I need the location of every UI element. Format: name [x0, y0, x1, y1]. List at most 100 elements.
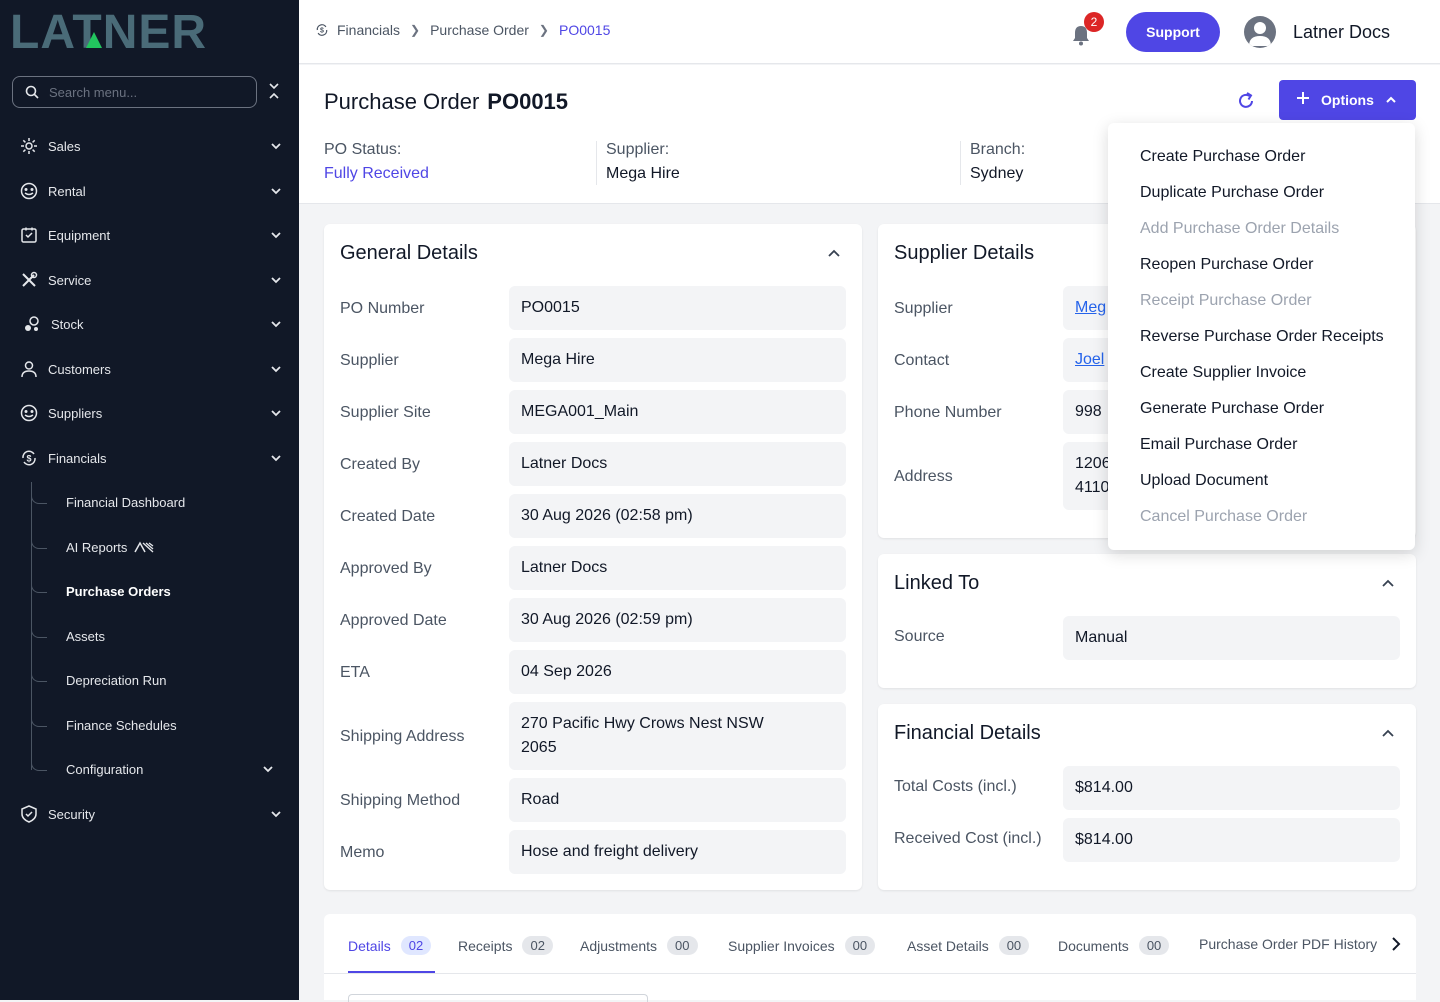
tab-receipts[interactable]: Receipts 02 [458, 936, 553, 955]
subitem-label: Configuration [66, 761, 144, 777]
svg-text:$: $ [320, 28, 324, 35]
menu-item-email-po[interactable]: Email Purchase Order [1140, 436, 1297, 454]
sidebar-item-label: Financials [48, 450, 107, 466]
sidebar-item-equipment[interactable]: Equipment [0, 215, 299, 255]
sidebar-subitem-assets[interactable]: Assets [0, 616, 299, 656]
menu-item-generate-po[interactable]: Generate Purchase Order [1140, 400, 1324, 418]
chevron-right-icon[interactable] [1390, 936, 1402, 952]
menu-item-reverse-receipts[interactable]: Reverse Purchase Order Receipts [1140, 328, 1384, 346]
tabs-divider [324, 973, 1416, 974]
field-label: Contact [894, 352, 950, 369]
menu-item-create-supplier-invoice[interactable]: Create Supplier Invoice [1140, 364, 1306, 382]
sidebar-item-sales[interactable]: Sales [0, 126, 299, 166]
sidebar-subitem-ai-reports[interactable]: AI Reports [0, 527, 299, 567]
sidebar-item-label: Customers [48, 361, 111, 377]
sidebar-item-financials[interactable]: $ Financials [0, 438, 299, 478]
chevron-down-icon [263, 766, 273, 773]
field-label: Supplier [894, 300, 953, 317]
field-label: Source [894, 628, 945, 645]
equipment-icon [21, 227, 37, 243]
field-label: ETA [340, 664, 370, 681]
tab-po-pdf-history[interactable]: Purchase Order PDF History [1199, 936, 1384, 952]
tab-count-badge: 00 [1138, 936, 1170, 955]
sidebar-subitem-purchase-orders[interactable]: Purchase Orders [0, 571, 299, 611]
tab-supplier-invoices[interactable]: Supplier Invoices 00 [728, 936, 876, 955]
field-label: Received Cost (incl.) [894, 830, 1042, 847]
sidebar-item-rental[interactable]: Rental [0, 171, 299, 211]
financials-icon: $ [316, 24, 328, 36]
menu-item-upload-document[interactable]: Upload Document [1140, 472, 1268, 490]
menu-item-duplicate-po[interactable]: Duplicate Purchase Order [1140, 184, 1324, 202]
tab-label: Adjustments [580, 937, 658, 954]
tab-documents[interactable]: Documents 00 [1058, 936, 1170, 955]
detail-tabs: Details 02 Receipts 02 Adjustments 00 Suppl… [324, 914, 1416, 1002]
options-button[interactable]: Options [1279, 80, 1416, 120]
sidebar-item-customers[interactable]: Customers [0, 349, 299, 389]
chevron-down-icon [271, 277, 281, 284]
field-value: $814.00 [1063, 818, 1400, 862]
chevron-up-icon[interactable] [827, 246, 841, 260]
field-label: Address [894, 468, 953, 485]
chevron-down-icon [271, 811, 281, 818]
subitem-label: AI Reports [66, 539, 128, 555]
sidebar-item-stock[interactable]: Stock [0, 304, 299, 344]
tab-adjustments[interactable]: Adjustments 00 [580, 936, 698, 955]
brand-text: LATNER [10, 10, 207, 52]
breadcrumb-financials[interactable]: Financials [337, 22, 400, 38]
sidebar-item-service[interactable]: Service [0, 260, 299, 300]
refresh-icon[interactable] [1236, 91, 1256, 111]
field-value: Mega Hire [509, 338, 846, 382]
sidebar: LATNER Search menu... Sales Rental Equip… [0, 0, 299, 1000]
field-label: Approved Date [340, 612, 447, 629]
field-label: Supplier Site [340, 404, 431, 421]
sidebar-item-label: Suppliers [48, 405, 103, 421]
rental-icon [20, 182, 38, 200]
user-name[interactable]: Latner Docs [1293, 22, 1390, 43]
sidebar-subitem-depreciation-run[interactable]: Depreciation Run [0, 660, 299, 700]
chevron-down-icon [271, 188, 281, 195]
shield-icon [21, 805, 37, 823]
tab-count-badge: 02 [400, 936, 432, 955]
field-label: Approved By [340, 560, 432, 577]
field-value: Hose and freight delivery [509, 830, 846, 874]
avatar[interactable] [1244, 16, 1276, 48]
top-bar: $ Financials ❯ Purchase Order ❯ PO0015 2… [299, 0, 1440, 64]
sidebar-item-security[interactable]: Security [0, 794, 299, 834]
po-supplier: Supplier: Mega Hire [606, 141, 680, 183]
subitem-label: Financial Dashboard [66, 494, 186, 510]
support-button[interactable]: Support [1126, 12, 1220, 52]
tab-label: Documents [1058, 937, 1129, 954]
field-label: Shipping Method [340, 792, 461, 809]
service-icon [22, 271, 38, 287]
chevron-up-icon[interactable] [1381, 576, 1395, 590]
tab-count-badge: 00 [998, 936, 1030, 955]
field-label: Total Costs (incl.) [894, 778, 1017, 795]
subitem-label: Depreciation Run [66, 672, 167, 688]
latner-logo[interactable]: LATNER [10, 6, 280, 59]
tab-label: Purchase Order PDF History [1199, 936, 1378, 952]
menu-item-cancel-po: Cancel Purchase Order [1140, 508, 1308, 525]
field-value: PO0015 [509, 286, 846, 330]
menu-item-receipt-po: Receipt Purchase Order [1140, 292, 1312, 309]
po-supplier-label: Supplier: [606, 141, 670, 158]
breadcrumb-purchase-order[interactable]: Purchase Order [430, 22, 529, 38]
sidebar-item-suppliers[interactable]: Suppliers [0, 393, 299, 433]
sidebar-search-input[interactable]: Search menu... [12, 76, 257, 108]
chevron-up-icon [1386, 96, 1396, 103]
options-dropdown-menu: Create Purchase Order Duplicate Purchase… [1108, 123, 1415, 550]
tab-asset-details[interactable]: Asset Details 00 [907, 936, 1030, 955]
sidebar-subitem-configuration[interactable]: Configuration [0, 749, 299, 789]
svg-text:$: $ [26, 454, 31, 464]
tab-count-badge: 02 [522, 936, 553, 955]
collapse-sidebar-icon[interactable] [268, 82, 280, 100]
breadcrumb-current: PO0015 [558, 22, 611, 38]
divider [960, 141, 961, 185]
sidebar-subitem-finance-schedules[interactable]: Finance Schedules [0, 705, 299, 745]
menu-item-reopen-po[interactable]: Reopen Purchase Order [1140, 256, 1313, 274]
chevron-up-icon[interactable] [1381, 726, 1395, 740]
field-label: Created By [340, 456, 421, 473]
menu-item-create-po[interactable]: Create Purchase Order [1140, 148, 1305, 166]
sidebar-subitem-financial-dashboard[interactable]: Financial Dashboard [0, 482, 299, 522]
tab-label: Supplier Invoices [728, 937, 835, 954]
tab-details[interactable]: Details 02 [348, 936, 432, 955]
